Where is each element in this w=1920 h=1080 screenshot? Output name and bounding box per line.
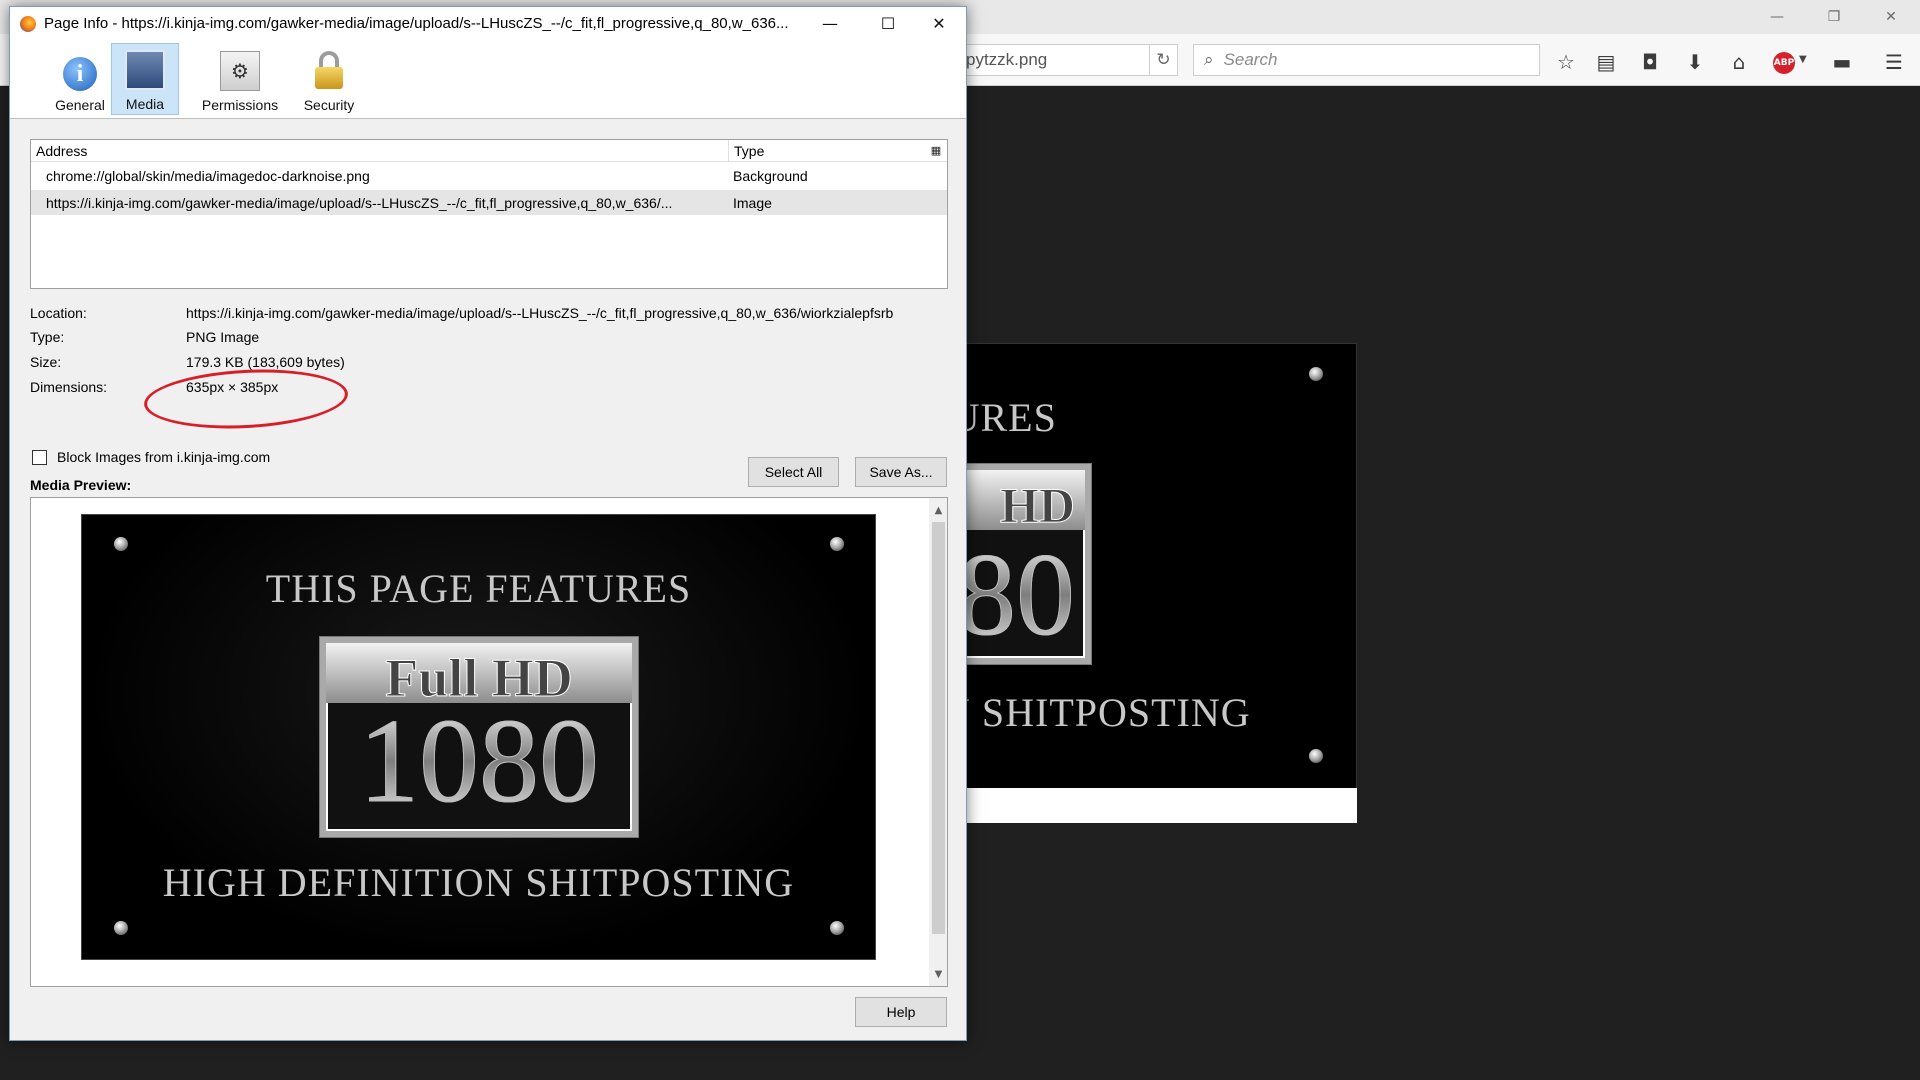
media-list[interactable]: Address Type ▦ chrome://global/skin/medi… (30, 139, 948, 289)
type-row: Type: PNG Image (30, 329, 960, 349)
red-annotation-circle (142, 364, 350, 434)
browser-close-button[interactable]: ✕ (1868, 0, 1914, 34)
lock-icon (315, 51, 343, 91)
tab-permissions[interactable]: ⚙ Permissions (190, 43, 290, 115)
location-label: Location: (30, 305, 87, 321)
tab-security[interactable]: Security (291, 43, 367, 115)
scroll-down-icon[interactable]: ▼ (929, 964, 947, 984)
reload-icon[interactable]: ↻ (1150, 44, 1178, 76)
tab-general[interactable]: i General (40, 43, 120, 115)
background-bottom-text: N SHITPOSTING (941, 690, 1251, 735)
home-icon[interactable]: ⌂ (1721, 48, 1757, 76)
dialog-title: Page Info - https://i.kinja-img.com/gawk… (44, 15, 789, 32)
save-as-button[interactable]: Save As... (855, 457, 947, 487)
dialog-minimize-button[interactable]: — (801, 7, 859, 39)
scrollbar-thumb[interactable] (932, 522, 945, 934)
preview-scrollbar[interactable]: ▲ ▼ (929, 498, 947, 986)
list-item-type: Image (733, 194, 772, 211)
url-bar[interactable]: pytzzk.png (950, 44, 1150, 76)
menu-icon[interactable]: ☰ (1876, 48, 1912, 76)
tab-label: Media (125, 96, 165, 112)
size-value: 179.3 KB (183,609 bytes) (186, 354, 345, 370)
placard-big-text: 1080 (326, 694, 632, 827)
browser-restore-button[interactable]: ❐ (1811, 0, 1857, 34)
search-input[interactable]: ⌕ Search (1193, 44, 1540, 76)
list-item-type: Background (733, 167, 808, 184)
type-value: PNG Image (186, 329, 260, 345)
page-info-dialog: Page Info - https://i.kinja-img.com/gawk… (9, 6, 967, 1041)
media-icon (125, 50, 165, 90)
block-images-label[interactable]: Block Images from i.kinja-img.com (57, 449, 270, 465)
media-preview: THIS PAGE FEATURES Full HD 1080 HIGH DEF… (30, 497, 948, 987)
screw-icon (830, 921, 844, 935)
browser-minimize-button[interactable]: — (1754, 0, 1800, 34)
adblock-plus-icon[interactable]: ABP (1773, 52, 1795, 74)
tab-label: Security (303, 97, 355, 113)
tab-media[interactable]: Media (111, 43, 179, 115)
placard-top-text: THIS PAGE FEATURES (265, 566, 692, 611)
chevron-down-icon[interactable]: ▼ (1799, 54, 1807, 65)
search-placeholder: Search (1223, 50, 1278, 69)
list-item[interactable]: chrome://global/skin/media/imagedoc-dark… (31, 163, 947, 188)
list-item[interactable]: https://i.kinja-img.com/gawker-media/ima… (31, 190, 947, 215)
firefox-icon (20, 16, 36, 32)
screw-icon (114, 921, 128, 935)
info-icon: i (63, 57, 97, 91)
media-preview-label: Media Preview: (30, 477, 132, 493)
block-images-checkbox[interactable] (32, 449, 47, 465)
list-header: Address Type ▦ (31, 140, 947, 162)
size-label: Size: (30, 354, 62, 370)
background-image: FEATURES HD 80 N SHITPOSTING (940, 343, 1357, 823)
screw-icon (1309, 367, 1323, 381)
location-row: Location: https://i.kinja-img.com/gawker… (30, 305, 960, 325)
size-row: Size: 179.3 KB (183,609 bytes) (30, 354, 960, 374)
preview-image: THIS PAGE FEATURES Full HD 1080 HIGH DEF… (81, 514, 876, 960)
list-item-address: chrome://global/skin/media/imagedoc-dark… (46, 167, 370, 184)
scroll-up-icon[interactable]: ▲ (929, 500, 947, 520)
extension-icon[interactable]: ▬ (1824, 48, 1860, 76)
dimensions-label: Dimensions: (30, 379, 108, 395)
tab-label: Permissions (201, 97, 279, 113)
url-text: pytzzk.png (966, 50, 1048, 69)
screw-icon (830, 537, 844, 551)
placard-badge: Full HD 1080 (320, 637, 638, 837)
column-header-type[interactable]: Type (729, 140, 925, 161)
screw-icon (114, 537, 128, 551)
permissions-icon: ⚙ (220, 51, 260, 91)
dialog-close-button[interactable]: ✕ (910, 7, 968, 39)
dialog-titlebar: Page Info - https://i.kinja-img.com/gawk… (10, 7, 966, 39)
dialog-tabs: i General Media ⚙ Permissions Security (10, 39, 966, 119)
star-icon[interactable]: ☆ (1548, 48, 1584, 76)
background-top-text: FEATURES (941, 395, 1057, 440)
select-all-button[interactable]: Select All (748, 457, 839, 487)
list-item-address: https://i.kinja-img.com/gawker-media/ima… (46, 194, 673, 211)
placard-bottom-text: HIGH DEFINITION SHITPOSTING (162, 860, 795, 905)
column-header-address[interactable]: Address (31, 140, 729, 161)
help-button[interactable]: Help (855, 997, 947, 1027)
search-icon: ⌕ (1204, 50, 1214, 70)
screw-icon (1309, 749, 1323, 763)
location-value: https://i.kinja-img.com/gawker-media/ima… (186, 305, 894, 321)
reader-list-icon[interactable]: ▤ (1588, 48, 1624, 76)
pocket-icon[interactable]: ◘ (1632, 48, 1668, 76)
column-picker-icon[interactable]: ▦ (925, 140, 947, 161)
download-icon[interactable]: ⬇ (1677, 48, 1713, 76)
image-footer (940, 788, 1357, 823)
type-label: Type: (30, 329, 65, 345)
tab-label: General (55, 97, 105, 113)
dialog-maximize-button[interactable]: ☐ (859, 7, 917, 39)
block-images-row[interactable]: Block Images from i.kinja-img.com (32, 449, 270, 465)
